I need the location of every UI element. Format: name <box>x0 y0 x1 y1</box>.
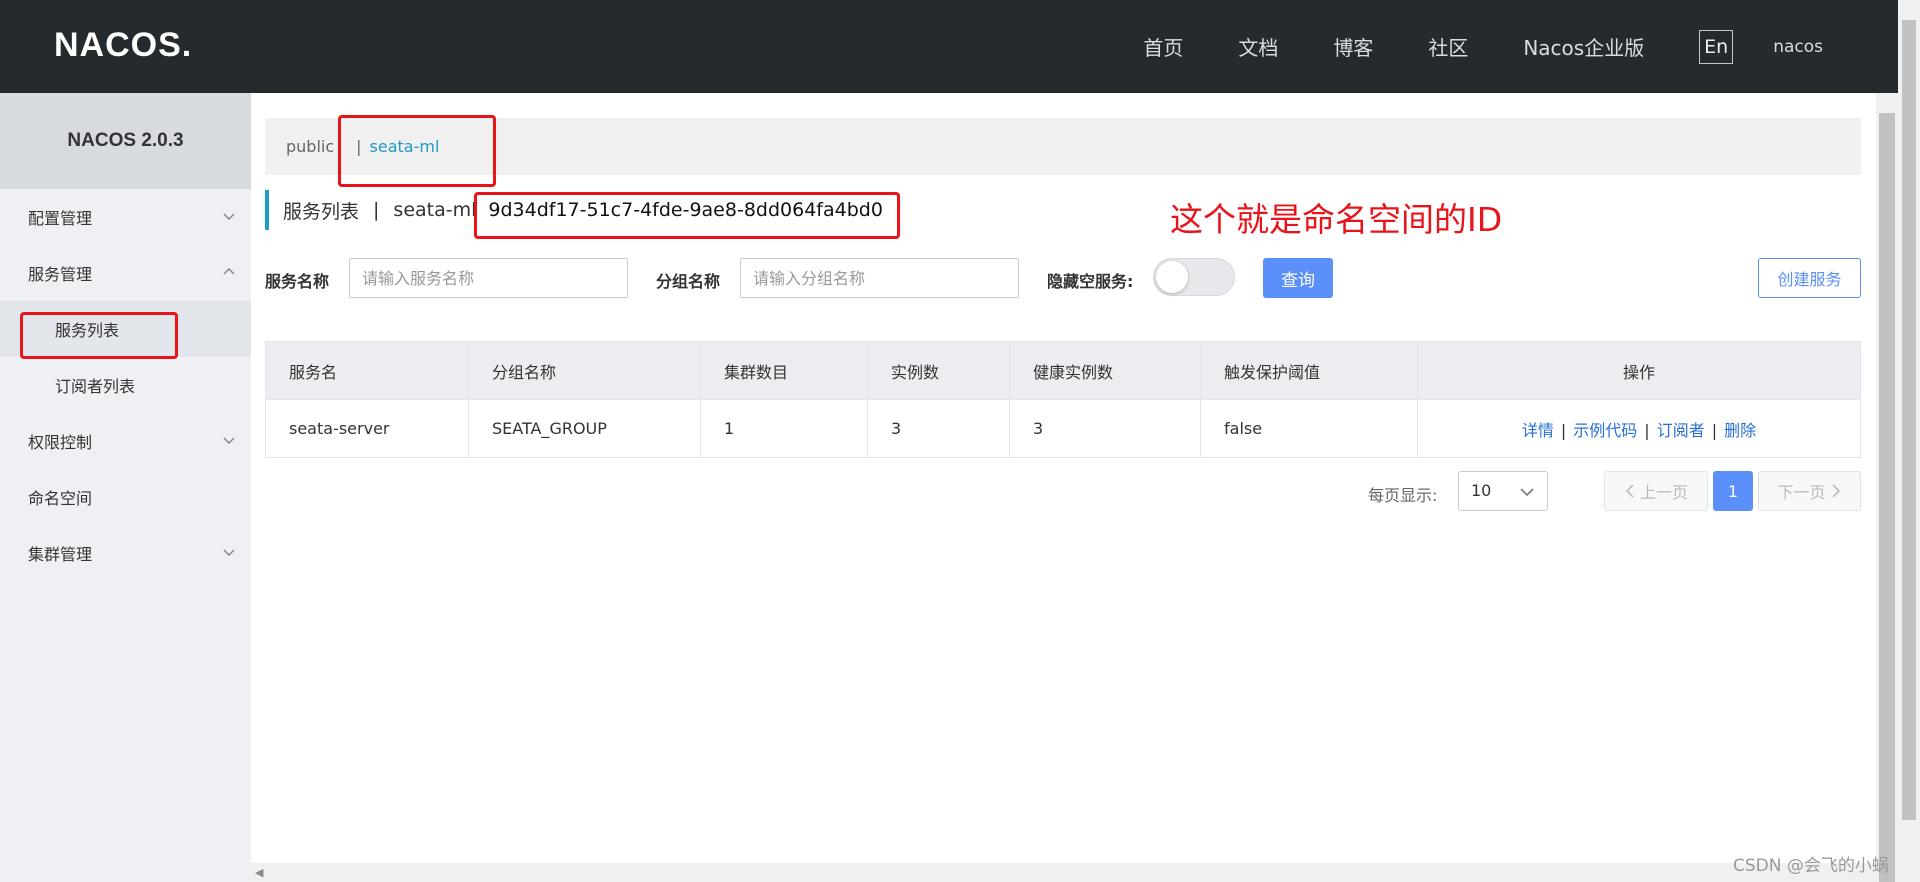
chevron-up-icon <box>223 267 235 275</box>
page-title-label: 服务列表 <box>283 200 360 223</box>
service-name-input[interactable] <box>349 258 628 298</box>
details-link[interactable]: 详情 <box>1522 421 1554 440</box>
sidebar-item-label: 命名空间 <box>28 489 93 508</box>
nav-community-link[interactable]: 社区 <box>1428 32 1468 61</box>
namespace-public-link[interactable]: public <box>286 137 334 156</box>
page-size-select[interactable]: 10 <box>1458 471 1548 511</box>
scrollbar-thumb[interactable] <box>1879 113 1895 882</box>
sidebar-item-config-management[interactable]: 配置管理 <box>0 189 251 245</box>
sidebar-item-label: 服务管理 <box>28 265 93 284</box>
sidebar: NACOS 2.0.3 配置管理 服务管理 服务列表 订阅者列表 权限控制 命名… <box>0 93 251 882</box>
page-size-label: 每页显示: <box>1368 486 1438 505</box>
inner-vertical-scrollbar[interactable] <box>1876 93 1898 882</box>
delete-link[interactable]: 删除 <box>1724 421 1756 440</box>
chevron-down-icon <box>223 213 235 221</box>
logo-text: NACOS. <box>54 26 193 64</box>
nav-docs-link[interactable]: 文档 <box>1238 32 1278 61</box>
filter-form: 服务名称 分组名称 隐藏空服务: 查询 创建服务 <box>265 258 1861 300</box>
subscribers-link[interactable]: 订阅者 <box>1657 421 1705 440</box>
title-separator: | <box>373 199 380 221</box>
action-separator: | <box>1711 420 1718 440</box>
column-header-protect-threshold[interactable]: 触发保护阈值 <box>1200 341 1418 400</box>
top-navbar: NACOS. 首页 文档 博客 社区 Nacos企业版 En nacos <box>0 0 1898 93</box>
watermark: CSDN @会飞的小蜗 <box>1733 856 1889 876</box>
cell-healthy-instance-count: 3 <box>1009 399 1201 458</box>
chevron-down-icon <box>223 549 235 557</box>
annotation-box-service-list <box>20 312 178 359</box>
annotation-text: 这个就是命名空间的ID <box>1170 200 1503 239</box>
service-name-label: 服务名称 <box>265 272 330 291</box>
pagination: 每页显示: 10 上一页 1 下一页 <box>251 471 1861 511</box>
cell-cluster-count: 1 <box>700 399 868 458</box>
column-header-service-name[interactable]: 服务名 <box>265 341 469 400</box>
outer-vertical-scrollbar[interactable] <box>1898 0 1920 882</box>
hide-empty-services-toggle[interactable] <box>1153 258 1235 296</box>
scroll-left-arrow-icon[interactable]: ◀ <box>255 866 263 879</box>
next-page-button[interactable]: 下一页 <box>1758 471 1861 511</box>
cell-group-name: SEATA_GROUP <box>468 399 701 458</box>
top-nav-menu: 首页 文档 博客 社区 Nacos企业版 En nacos <box>1143 0 1898 93</box>
cell-operations: 详情 | 示例代码 | 订阅者 | 删除 <box>1417 399 1861 458</box>
cell-service-name: seata-server <box>265 399 469 458</box>
next-page-label: 下一页 <box>1777 483 1826 502</box>
sidebar-item-cluster-management[interactable]: 集群管理 <box>0 525 251 581</box>
action-separator: | <box>1560 420 1567 440</box>
nav-blog-link[interactable]: 博客 <box>1333 32 1373 61</box>
prev-page-button[interactable]: 上一页 <box>1604 471 1708 511</box>
service-table: 服务名 分组名称 集群数目 实例数 健康实例数 触发保护阈值 操作 seata-… <box>265 341 1861 458</box>
group-name-label: 分组名称 <box>656 272 721 291</box>
page-size-value: 10 <box>1471 481 1492 500</box>
prev-page-label: 上一页 <box>1639 483 1688 502</box>
page-1-button[interactable]: 1 <box>1713 471 1753 511</box>
chevron-right-icon <box>1831 484 1840 498</box>
query-button[interactable]: 查询 <box>1263 258 1333 298</box>
table-header-row: 服务名 分组名称 集群数目 实例数 健康实例数 触发保护阈值 操作 <box>265 341 1861 400</box>
cell-protect-threshold: false <box>1200 399 1418 458</box>
app-window: NACOS. 首页 文档 博客 社区 Nacos企业版 En nacos NAC… <box>0 0 1920 882</box>
sidebar-item-label: 权限控制 <box>28 433 93 452</box>
namespace-selector-bar: public | seata-ml <box>265 118 1861 175</box>
sidebar-item-label: 配置管理 <box>28 209 93 228</box>
sidebar-version-title: NACOS 2.0.3 <box>0 93 251 189</box>
annotation-box-namespace-id <box>474 192 900 239</box>
column-header-cluster-count[interactable]: 集群数目 <box>700 341 868 400</box>
title-namespace-name: seata-ml <box>393 199 477 221</box>
nav-enterprise-link[interactable]: Nacos企业版 <box>1523 32 1644 61</box>
sidebar-item-service-management[interactable]: 服务管理 <box>0 245 251 301</box>
cell-instance-count: 3 <box>867 399 1010 458</box>
title-accent-bar <box>265 190 269 230</box>
chevron-left-icon <box>1625 484 1634 498</box>
horizontal-scrollbar[interactable]: ◀ <box>251 863 1876 882</box>
chevron-down-icon <box>1520 488 1534 497</box>
table-row: seata-server SEATA_GROUP 1 3 3 false 详情 |… <box>265 399 1861 458</box>
language-switch-button[interactable]: En <box>1699 29 1734 64</box>
nav-home-link[interactable]: 首页 <box>1143 32 1183 61</box>
annotation-box-namespace-tab <box>338 115 496 187</box>
action-separator: | <box>1644 420 1650 440</box>
group-name-input[interactable] <box>740 258 1019 298</box>
sidebar-item-subscriber-list[interactable]: 订阅者列表 <box>0 357 251 413</box>
column-header-group-name[interactable]: 分组名称 <box>468 341 701 400</box>
sidebar-item-label: 订阅者列表 <box>55 377 136 396</box>
nacos-logo[interactable]: NACOS. <box>54 26 192 65</box>
column-header-instance-count[interactable]: 实例数 <box>867 341 1010 400</box>
column-header-healthy-instance-count[interactable]: 健康实例数 <box>1009 341 1201 400</box>
sidebar-item-access-control[interactable]: 权限控制 <box>0 413 251 469</box>
sidebar-item-namespace[interactable]: 命名空间 <box>0 469 251 525</box>
sidebar-item-label: 集群管理 <box>28 545 93 564</box>
chevron-down-icon <box>223 437 235 445</box>
scrollbar-thumb[interactable] <box>1902 20 1916 820</box>
create-service-button[interactable]: 创建服务 <box>1758 258 1861 298</box>
toggle-knob <box>1156 261 1188 293</box>
hide-empty-services-label: 隐藏空服务: <box>1047 272 1134 291</box>
column-header-operations: 操作 <box>1417 341 1861 400</box>
user-menu[interactable]: nacos <box>1773 37 1823 57</box>
sample-code-link[interactable]: 示例代码 <box>1573 421 1637 440</box>
